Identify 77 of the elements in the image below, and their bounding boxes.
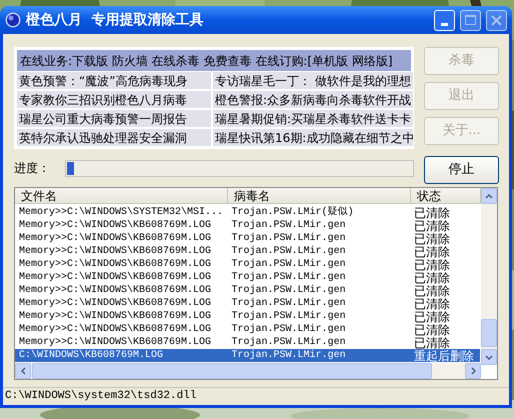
scroll-right-button[interactable] [465,363,481,379]
table-cell-text: Trojan.PSW.LMir(疑似) [230,205,355,220]
close-button[interactable] [486,10,507,30]
table-cell-text: 已清除 [413,218,452,232]
table-cell-text: Memory>>C:\WINDOWS\KB608769M.LOG [18,296,212,310]
scroll-left-button[interactable] [15,363,31,379]
table-cell-text: 已清除 [413,232,452,246]
table-cell-text: Trojan.PSW.LMir.gen [230,348,347,363]
result-row[interactable]: Memory>>C:\WINDOWS\KB608769M.LOG Trojan.PSW.LMir.gen 已清除 [15,271,480,284]
table-cell-text: Memory>>C:\WINDOWS\KB608769M.LOG [18,244,212,258]
status-bar: C:\WINDOWS\system32\tsd32.dll [3,387,509,404]
push-button[interactable]: 停止 [424,156,499,184]
table-cell-text: Trojan.PSW.LMir.gen [230,310,347,324]
table-cell-text: Memory>>C:\WINDOWS\KB608769M.LOG [18,270,212,284]
table-cell-text: Memory>>C:\WINDOWS\KB608769M.LOG [18,218,212,232]
table-cell-text: Trojan.PSW.LMir.gen [230,336,347,350]
news-link[interactable]: 专访瑞星毛一丁： 做软件是我的理想 [213,72,413,89]
result-row[interactable]: Memory>>C:\WINDOWS\KB608769M.LOG Trojan.PSW.LMir.gen 已清除 [15,310,480,323]
news-link[interactable]: 橙色警报:众多新病毒向杀毒软件开战 [213,91,413,108]
scroll-down-button[interactable] [481,349,497,365]
result-row[interactable]: Memory>>C:\WINDOWS\KB608769M.LOG Trojan.PSW.LMir.gen 已清除 [15,323,480,336]
progress-label: 进度： [14,160,51,177]
maximize-icon [465,15,476,25]
news-header: 在线业务:下载版 防火墙 在线杀毒 免费查毒 在线订购:[单机版 网络版] [17,50,411,71]
table-cell-text: 已清除 [413,270,452,284]
table-cell-text: Trojan.PSW.LMir.gen [230,322,347,336]
result-row[interactable]: Memory>>C:\WINDOWS\KB608769M.LOG Trojan.PSW.LMir.gen 已清除 [15,297,480,310]
table-cell-text: Memory>>C:\WINDOWS\KB608769M.LOG [18,232,212,246]
table-cell-text: Trojan.PSW.LMir.gen [230,270,347,284]
minimize-icon [441,22,448,26]
table-cell-text: 已清除 [413,296,452,310]
result-row[interactable]: Memory>>C:\WINDOWS\KB608769M.LOG Trojan.PSW.LMir.gen 已清除 [15,258,480,271]
news-link[interactable]: 瑞星暑期促销:买瑞星杀毒软件送卡卡 [213,110,413,127]
vertical-scrollbar[interactable] [481,188,497,365]
table-cell-text: 已清除 [413,322,452,336]
table-cell-text: Trojan.PSW.LMir.gen [230,218,347,232]
result-row[interactable]: Memory>>C:\WINDOWS\KB608769M.LOG Trojan.PSW.LMir.gen 已清除 [15,336,480,349]
table-cell-text: Memory>>C:\WINDOWS\KB608769M.LOG [18,322,212,336]
news-link[interactable]: 瑞星快讯第16期:成功隐藏在细节之中 [213,129,413,146]
table-cell-text: 已清除 [413,204,452,220]
column-header[interactable]: 病毒名 [228,188,411,203]
result-row[interactable]: Memory>>C:\WINDOWS\SYSTEM32\MSI... Trojan.PSW.LMir(疑似) 已清除 [15,206,480,219]
table-cell-text: Memory>>C:\WINDOWS\SYSTEM32\MSI... [18,206,224,220]
table-cell-text: Memory>>C:\WINDOWS\KB608769M.LOG [18,310,212,324]
news-link[interactable]: 黄色预警：“魔波”高危病毒现身 [17,72,211,89]
table-cell-text: Trojan.PSW.LMir.gen [230,284,347,298]
table-cell-text: 已清除 [413,244,452,258]
table-cell-text: 已清除 [413,336,450,350]
news-link[interactable]: 瑞星公司重大病毒预警一周报告 [17,110,211,127]
news-link[interactable]: 英特尔承认迅驰处理器安全漏洞 [17,129,211,146]
table-cell-text: Memory>>C:\WINDOWS\KB608769M.LOG [18,258,212,272]
table-cell-text: 已清除 [413,284,452,298]
table-cell-text: 已清除 [413,258,452,272]
table-cell-text: Trojan.PSW.LMir.gen [230,244,347,258]
table-cell-text: Memory>>C:\WINDOWS\KB608769M.LOG [18,336,212,350]
result-row[interactable]: Memory>>C:\WINDOWS\KB608769M.LOG Trojan.PSW.LMir.gen 已清除 [15,219,480,232]
table-cell-text: 重起后删除 [413,348,476,364]
table-cell-text: Trojan.PSW.LMir.gen [230,232,347,246]
minimize-button[interactable] [434,10,455,30]
result-row[interactable]: Memory>>C:\WINDOWS\KB608769M.LOG Trojan.PSW.LMir.gen 已清除 [15,284,480,297]
result-row[interactable]: Memory>>C:\WINDOWS\KB608769M.LOG Trojan.PSW.LMir.gen 已清除 [15,245,480,258]
column-header[interactable]: 文件名 [15,188,228,203]
result-row[interactable]: C:\WINDOWS\KB608769M.LOG Trojan.PSW.LMir.gen 重起后删除 [15,349,480,362]
scroll-up-button[interactable] [481,188,497,204]
news-link[interactable]: 专家教你三招识别橙色八月病毒 [17,91,211,108]
table-cell-text: Trojan.PSW.LMir.gen [230,296,347,310]
table-cell-text: Trojan.PSW.LMir.gen [230,258,347,272]
app-icon [5,12,21,28]
table-cell-text: Memory>>C:\WINDOWS\KB608769M.LOG [18,284,212,298]
table-cell-text: 已清除 [413,310,452,324]
maximize-button[interactable] [460,10,481,30]
window-title: 橙色八月 专用提取清除工具 [26,10,205,30]
table-cell-text: C:\WINDOWS\KB608769M.LOG [18,348,164,363]
scroll-thumb[interactable] [481,319,497,347]
close-icon [491,14,502,26]
result-row[interactable]: Memory>>C:\WINDOWS\KB608769M.LOG Trojan.PSW.LMir.gen 已清除 [15,232,480,245]
column-header[interactable]: 状态 [411,188,481,203]
